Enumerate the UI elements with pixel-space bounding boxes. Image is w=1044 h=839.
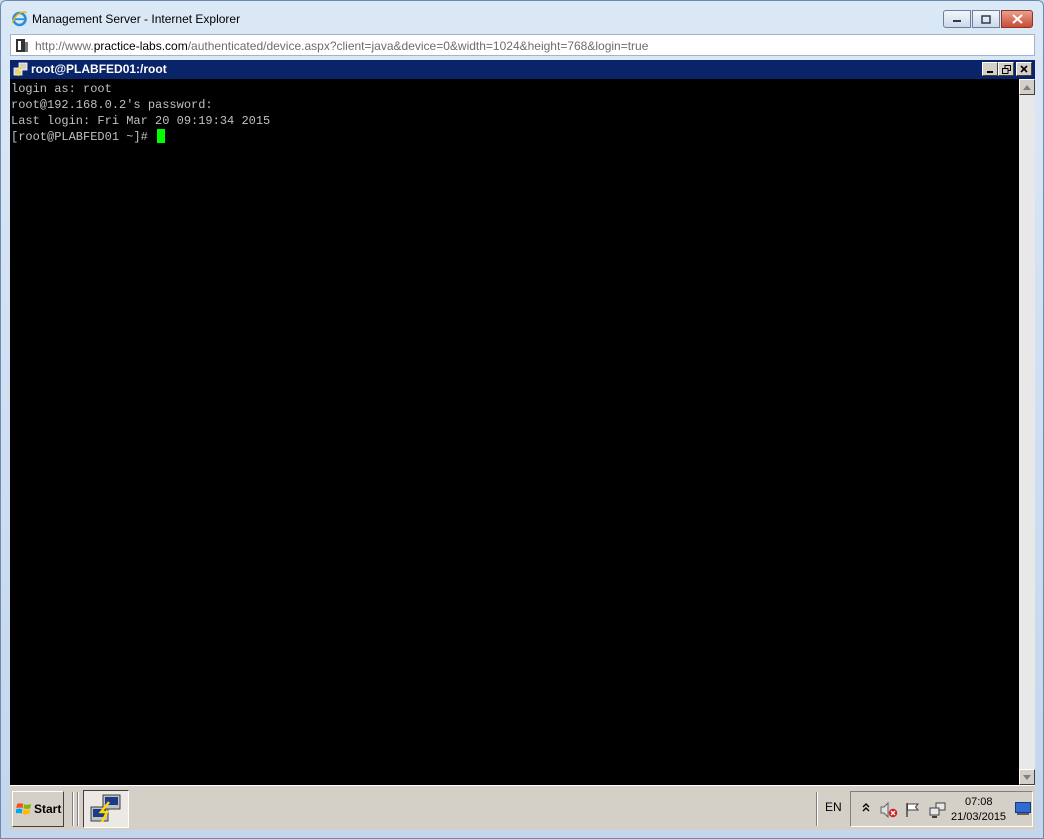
terminal-cursor: [157, 129, 166, 143]
putty-titlebar[interactable]: root@PLABFED01:/root: [10, 60, 1035, 79]
url-domain: practice-labs.com: [93, 39, 188, 53]
start-button[interactable]: Start: [12, 791, 64, 827]
page-icon: [16, 39, 28, 52]
url-suffix: /authenticated/device.aspx?client=java&d…: [187, 39, 649, 53]
terminal-line: Last login: Fri Mar 20 09:19:34 2015: [11, 114, 271, 128]
taskbar-separator: [72, 792, 74, 826]
putty-restore-button[interactable]: [998, 62, 1014, 76]
taskbar-separator: [77, 792, 79, 826]
language-indicator[interactable]: EN: [825, 800, 842, 814]
address-bar[interactable]: http://www.practice-labs.com/authenticat…: [10, 34, 1035, 56]
window-title: Management Server - Internet Explorer: [32, 12, 241, 26]
minimize-icon: [987, 70, 993, 73]
internet-explorer-icon: [11, 11, 28, 27]
network-icon[interactable]: [929, 802, 947, 819]
remote-desktop: root@PLABFED01:/root login as: root root…: [10, 60, 1035, 830]
terminal[interactable]: login as: root root@192.168.0.2's passwo…: [10, 79, 1019, 785]
show-desktop-icon[interactable]: [1015, 802, 1031, 816]
ie-titlebar[interactable]: Management Server - Internet Explorer: [1, 1, 1043, 33]
restore-icon: [1001, 64, 1011, 74]
close-icon: [1020, 65, 1028, 73]
ie-window: Management Server - Internet Explorer ht…: [0, 0, 1044, 839]
volume-muted-icon[interactable]: [880, 802, 898, 818]
maximize-button[interactable]: [972, 10, 1000, 28]
putty-icon: [90, 794, 121, 823]
url-prefix: http://www.: [35, 39, 94, 53]
putty-icon: [13, 62, 28, 77]
arrow-down-icon: [1023, 774, 1031, 780]
scroll-down-button[interactable]: [1019, 769, 1035, 785]
taskbar-separator: [816, 792, 818, 826]
taskbar: Start EN 07:08 21/03/2015: [10, 785, 1035, 830]
close-icon: [1011, 14, 1023, 24]
chevron-up-icon[interactable]: [862, 802, 870, 812]
windows-logo-icon: [16, 803, 31, 815]
start-label: Start: [34, 802, 62, 816]
arrow-up-icon: [1023, 84, 1031, 90]
address-url: http://www.practice-labs.com/authenticat…: [35, 39, 648, 53]
clock-date[interactable]: 21/03/2015: [951, 811, 1006, 823]
close-button[interactable]: [1001, 10, 1033, 28]
window-controls: [942, 10, 1033, 28]
terminal-prompt: [root@PLABFED01 ~]#: [11, 130, 156, 144]
flag-icon[interactable]: [905, 802, 921, 818]
terminal-scrollbar[interactable]: [1019, 79, 1035, 785]
putty-close-button[interactable]: [1016, 62, 1032, 76]
minimize-button[interactable]: [943, 10, 971, 28]
scroll-up-button[interactable]: [1019, 79, 1035, 95]
putty-window-controls: [982, 62, 1032, 76]
maximize-icon: [981, 14, 991, 24]
terminal-line: login as: root: [11, 82, 112, 96]
putty-minimize-button[interactable]: [982, 62, 998, 76]
taskbar-putty-button[interactable]: [83, 790, 129, 828]
system-tray: 07:08 21/03/2015: [850, 791, 1033, 827]
minimize-icon: [953, 20, 961, 22]
clock-time[interactable]: 07:08: [965, 796, 993, 808]
putty-title: root@PLABFED01:/root: [31, 62, 167, 76]
terminal-prompt-line: [root@PLABFED01 ~]#: [11, 129, 1019, 145]
terminal-line: root@192.168.0.2's password:: [11, 98, 213, 112]
